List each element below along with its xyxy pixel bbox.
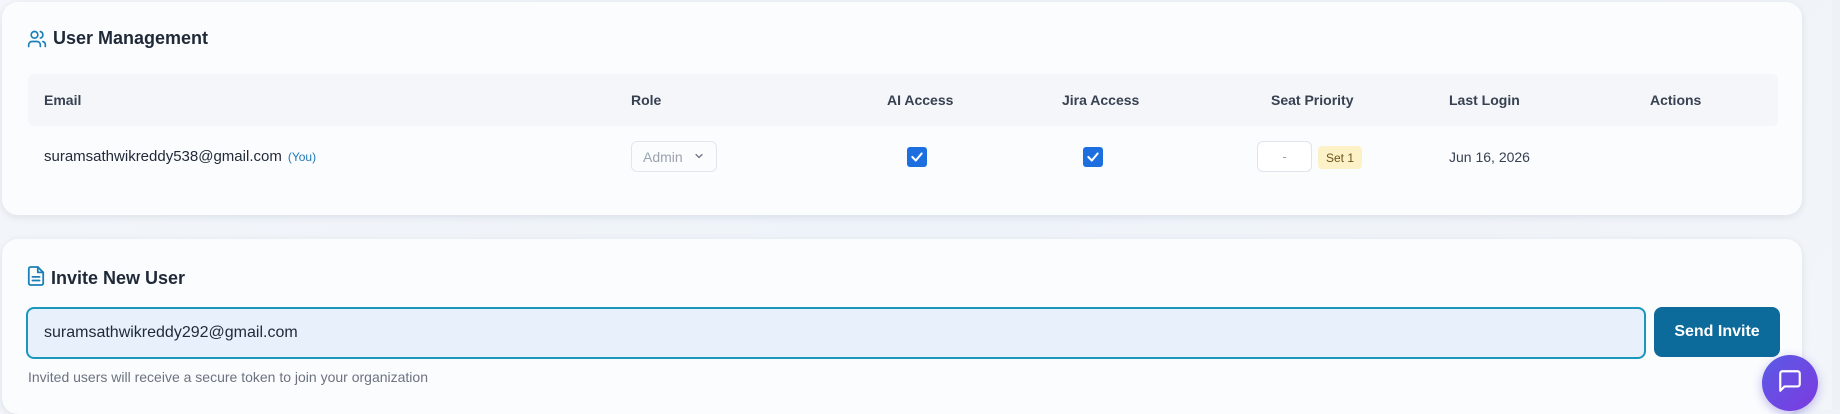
user-management-header: User Management (27, 28, 208, 49)
col-last-login: Last Login (1449, 92, 1520, 108)
users-icon (27, 29, 47, 49)
send-invite-button[interactable]: Send Invite (1654, 307, 1780, 357)
invite-email-input[interactable]: suramsathwikreddy292@gmail.com (26, 307, 1646, 359)
page-title: User Management (53, 28, 209, 48)
ai-access-checkbox[interactable] (907, 147, 927, 167)
chat-icon (1777, 368, 1803, 399)
table-header: Email Role AI Access Jira Access Seat Pr… (28, 74, 1778, 126)
col-email: Email (44, 92, 82, 108)
invite-user-card: Invite New User suramsathwikreddy292@gma… (2, 239, 1802, 414)
col-role: Role (631, 92, 662, 108)
role-select[interactable]: Admin (631, 141, 717, 172)
jira-access-checkbox[interactable] (1083, 147, 1103, 167)
users-table: Email Role AI Access Jira Access Seat Pr… (28, 74, 1778, 192)
user-management-card: User Management Email Role AI Access Jir… (2, 2, 1802, 215)
chevron-down-icon (693, 149, 705, 165)
email-cell: suramsathwikreddy538@gmail.com (You) (44, 148, 316, 165)
document-icon (27, 265, 45, 292)
col-actions: Actions (1650, 92, 1702, 108)
invite-header: Invite New User (27, 265, 185, 292)
col-jira-access: Jira Access (1062, 92, 1140, 108)
table-row: suramsathwikreddy538@gmail.com (You) Admi… (28, 126, 1778, 192)
seat-priority-input[interactable]: - (1257, 141, 1312, 172)
col-ai-access: AI Access (887, 92, 954, 108)
col-seat-priority: Seat Priority (1271, 92, 1354, 108)
seat-set-badge: Set 1 (1318, 146, 1363, 169)
chat-button[interactable] (1762, 355, 1818, 411)
invite-hint: Invited users will receive a secure toke… (28, 369, 428, 385)
role-value: Admin (643, 148, 683, 165)
last-login-cell: Jun 16, 2026 (1449, 149, 1530, 165)
you-tag: (You) (287, 150, 317, 164)
invite-title: Invite New User (51, 268, 186, 288)
scrollbar[interactable] (1832, 0, 1840, 409)
user-email: suramsathwikreddy538@gmail.com (44, 148, 282, 165)
